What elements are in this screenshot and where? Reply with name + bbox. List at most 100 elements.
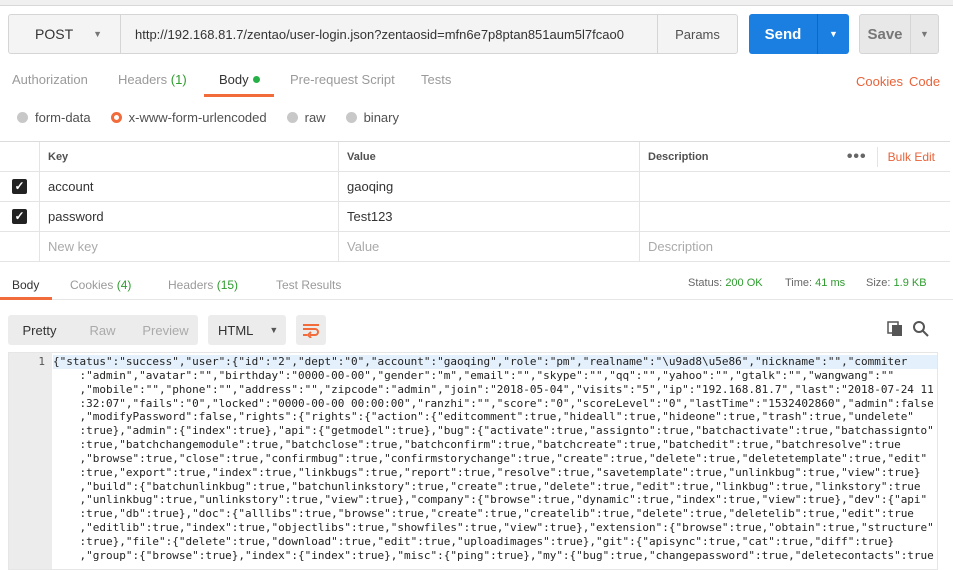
active-response-tab-underline [0,297,52,300]
status-info: Status: 200 OK [688,277,763,289]
new-key-input[interactable]: New key [40,232,339,261]
row-checkbox-cell [0,232,40,261]
table-row: ✓ account gaoqing [0,172,950,202]
new-description-input[interactable]: Description [640,232,950,261]
response-body-editor[interactable]: 1 {"status":"success","user":{"id":"2","… [8,352,938,570]
send-label: Send [764,25,802,43]
size-label: Size: [866,277,891,289]
line-gutter [9,353,52,569]
radio-circle-icon [345,111,357,123]
tab-response-cookies[interactable]: Cookies (4) [70,278,131,292]
send-dropdown-icon[interactable]: ▼ [818,29,849,39]
time-value: 41 ms [815,277,846,289]
row-checkbox-cell: ✓ [0,172,40,201]
params-table: Key Value Description ••• Bulk Edit ✓ ac… [0,141,950,262]
code-line: {"status":"success","user":{"id":"2","de… [53,355,937,369]
method-select[interactable]: POST ▼ [9,15,121,53]
body-active-dot-icon [252,76,260,83]
tab-strip [0,0,953,6]
table-header-row: Key Value Description ••• Bulk Edit [0,142,950,172]
code-line: :true,"export":true,"index":true,"linkbu… [53,465,921,479]
view-raw-button[interactable]: Raw [71,323,134,338]
code-line: :"admin","avatar":"","birthday":"0000-00… [53,368,895,382]
tab-test-results[interactable]: Test Results [276,278,341,292]
code-link[interactable]: Code [909,74,940,89]
code-line: :true},"file":{"delete":true,"download":… [53,534,895,548]
radio-selected-icon [110,111,122,123]
description-input[interactable] [640,172,950,201]
radio-x-www-form-urlencoded[interactable]: x-www-form-urlencoded [110,109,267,125]
code-line: ,"mobile":"","phone":"","address":"","zi… [53,382,934,396]
save-dropdown-icon[interactable]: ▼ [910,15,938,53]
key-input[interactable]: password [40,202,339,231]
send-button[interactable]: Send ▼ [749,14,849,54]
copy-icon[interactable] [886,320,904,338]
wrap-lines-button[interactable] [296,315,326,345]
body-type-radios: form-data x-www-form-urlencoded raw bina… [17,108,419,126]
tab-headers-label: Headers [118,72,168,87]
request-bar: POST ▼ http://192.168.81.7/zentao/user-l… [8,14,738,54]
language-select[interactable]: HTML ▼ [208,315,286,345]
search-icon[interactable] [912,320,930,338]
time-label: Time: [785,277,813,289]
tab-tests[interactable]: Tests [421,72,451,87]
radio-binary[interactable]: binary [345,109,399,125]
response-code: {"status":"success","user":{"id":"2","de… [53,355,937,563]
code-line: ,"build":{"batchunlinkbug":true,"batchun… [53,479,921,493]
request-tabs: Authorization Headers (1) Body Pre-reque… [0,64,953,96]
active-tab-underline [204,94,274,97]
save-button[interactable]: Save ▼ [859,14,939,54]
wrap-lines-icon [303,324,319,338]
header-description-cell: Description ••• Bulk Edit [640,142,950,171]
cookies-link[interactable]: Cookies [856,74,903,89]
method-label: POST [35,26,74,42]
tab-authorization[interactable]: Authorization [12,72,88,87]
more-options-icon[interactable]: ••• [837,146,878,167]
header-key: Key [40,142,339,171]
tab-headers[interactable]: Headers (1) [118,72,187,87]
language-label: HTML [218,322,254,338]
save-label: Save [867,25,903,43]
tab-body-label: Body [219,72,249,87]
checkbox-checked-icon[interactable]: ✓ [12,209,27,224]
time-info: Time: 41 ms [785,277,845,289]
code-line: ,"group":{"browse":true},"index":{"index… [53,548,934,562]
tab-body[interactable]: Body [219,72,260,87]
size-info: Size: 1.9 KB [866,277,927,289]
tab-response-body[interactable]: Body [12,278,39,292]
radio-label: raw [304,109,326,125]
params-button[interactable]: Params [657,15,737,53]
value-input[interactable]: Test123 [339,202,640,231]
code-line: ,"unlinkbug":true,"unlinkstory":true,"vi… [53,493,928,507]
radio-label: form-data [35,109,91,125]
key-input[interactable]: account [40,172,339,201]
tab-label: Headers [168,278,214,292]
row-checkbox-cell: ✓ [0,202,40,231]
code-line: ,"editlib":true,"index":true,"objectlibs… [53,521,934,535]
description-input[interactable] [640,202,950,231]
bulk-edit-link[interactable]: Bulk Edit [878,150,950,164]
header-description: Description [648,150,709,163]
tab-pre-request-script[interactable]: Pre-request Script [290,72,395,87]
radio-label: binary [363,109,399,125]
code-line: ,"modifyPassword":false,"rights":{"right… [53,410,914,424]
status-value: 200 OK [725,277,763,289]
view-pretty-button[interactable]: Pretty [8,323,71,338]
code-line: ,"browse":true,"close":true,"confirmbug"… [53,451,928,465]
view-preview-button[interactable]: Preview [134,323,197,338]
radio-form-data[interactable]: form-data [17,110,91,125]
line-number: 1 [38,355,45,368]
tab-count: (15) [216,278,239,292]
value-input[interactable]: gaoqing [339,172,640,201]
new-value-input[interactable]: Value [339,232,640,261]
radio-circle-icon [17,111,28,123]
size-value: 1.9 KB [893,277,927,289]
tab-headers-count: (1) [170,72,187,87]
radio-label: x-www-form-urlencoded [128,109,267,125]
tab-response-headers[interactable]: Headers (15) [168,278,238,292]
url-input[interactable]: http://192.168.81.7/zentao/user-login.js… [121,27,657,42]
radio-raw[interactable]: raw [286,109,326,125]
header-checkbox-cell [0,142,40,171]
table-row-new: New key Value Description [0,232,950,262]
checkbox-checked-icon[interactable]: ✓ [12,179,27,194]
